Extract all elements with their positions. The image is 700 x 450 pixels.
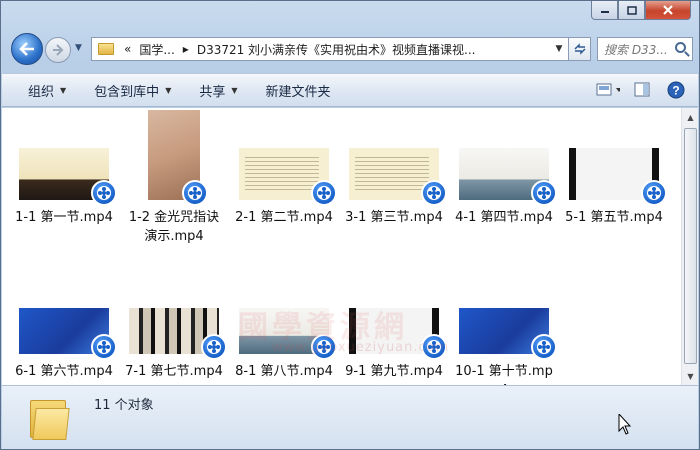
- video-thumbnail: [19, 148, 117, 206]
- file-item[interactable]: 7-1 第七节.mp4: [124, 308, 227, 381]
- folder-icon: [30, 394, 70, 440]
- share-label: 共享: [199, 84, 226, 100]
- close-button[interactable]: [645, 1, 691, 20]
- video-thumbnail: [349, 148, 447, 206]
- breadcrumb-item-current[interactable]: D33721 刘小满亲传《实用祝由术》视频直播课视...: [193, 41, 480, 58]
- document-lines: [245, 154, 319, 190]
- file-item[interactable]: 5-1 第五节.mp4: [564, 148, 667, 227]
- refresh-button[interactable]: [569, 37, 591, 61]
- chevron-down-icon: ▼: [231, 85, 238, 95]
- file-name: 9-1 第九节.mp4: [345, 364, 443, 379]
- address-row: ▼ « 国学... ▸ D33721 刘小满亲传《实用祝由术》视频直播课视...…: [7, 33, 693, 67]
- organize-label: 组织: [28, 84, 55, 100]
- chevron-down-icon: ▼: [60, 85, 67, 95]
- media-player-icon: [91, 180, 117, 206]
- back-arrow-icon: [19, 42, 34, 56]
- details-pane: 11 个对象: [2, 385, 698, 449]
- address-bar[interactable]: « 国学... ▸ D33721 刘小满亲传《实用祝由术》视频直播课视... ▼: [91, 37, 569, 61]
- help-icon: ?: [667, 81, 685, 99]
- close-icon: [663, 5, 673, 15]
- document-lines: [355, 154, 429, 190]
- breadcrumb: « 国学... ▸ D33721 刘小满亲传《实用祝由术》视频直播课视...: [120, 41, 480, 58]
- organize-menu[interactable]: 组织 ▼: [14, 77, 80, 103]
- file-item[interactable]: 1-1 第一节.mp4: [14, 148, 117, 227]
- file-list-pane[interactable]: 1-1 第一节.mp4 1-2 金光咒指诀演示.mp4 2-1 第二节.mp4 …: [2, 108, 698, 398]
- recent-pages-dropdown[interactable]: ▼: [75, 43, 87, 55]
- svg-text:?: ?: [672, 84, 679, 98]
- caption-buttons: [591, 1, 691, 20]
- media-player-icon: [182, 180, 208, 206]
- back-button[interactable]: [11, 33, 43, 65]
- file-name: 8-1 第八节.mp4: [235, 364, 333, 379]
- media-player-icon: [531, 334, 557, 360]
- media-player-icon: [201, 334, 227, 360]
- search-placeholder: 搜索 D33...: [604, 42, 668, 57]
- command-bar-right: ?: [596, 78, 688, 102]
- video-thumbnail: [148, 110, 208, 206]
- video-thumbnail: [459, 308, 557, 360]
- media-player-icon: [91, 334, 117, 360]
- address-dropdown[interactable]: ▼: [550, 38, 568, 60]
- folder-icon: [98, 43, 114, 55]
- new-folder-label: 新建文件夹: [265, 84, 331, 100]
- file-name: 1-2 金光咒指诀演示.mp4: [128, 210, 220, 244]
- watermark-url: www.guoxueziyuan.com: [272, 340, 450, 355]
- share-menu[interactable]: 共享 ▼: [185, 77, 251, 103]
- breadcrumb-separator[interactable]: ▸: [179, 42, 193, 56]
- view-icon: [596, 83, 620, 96]
- preview-pane-button[interactable]: [630, 78, 654, 102]
- vertical-scrollbar[interactable]: ▲ ▼: [681, 108, 698, 385]
- file-item[interactable]: 6-1 第六节.mp4: [14, 308, 117, 381]
- media-player-icon: [531, 180, 557, 206]
- file-name: 2-1 第二节.mp4: [235, 210, 333, 225]
- video-thumbnail: [569, 148, 667, 206]
- breadcrumb-item-root[interactable]: 国学...: [135, 41, 178, 58]
- maximize-icon: [626, 5, 637, 15]
- search-icon: [675, 42, 686, 53]
- help-button[interactable]: ?: [664, 78, 688, 102]
- forward-button[interactable]: [45, 37, 71, 63]
- media-player-icon: [311, 180, 337, 206]
- include-in-library-label: 包含到库中: [94, 84, 160, 100]
- media-player-icon: [641, 180, 667, 206]
- file-name: 3-1 第三节.mp4: [345, 210, 443, 225]
- file-name: 7-1 第七节.mp4: [125, 364, 223, 379]
- forward-arrow-icon: [53, 44, 64, 56]
- explorer-window: ▼ « 国学... ▸ D33721 刘小满亲传《实用祝由术》视频直播课视...…: [0, 0, 700, 450]
- file-item[interactable]: 4-1 第四节.mp4: [454, 148, 557, 227]
- file-name: 5-1 第五节.mp4: [565, 210, 663, 225]
- video-thumbnail: [239, 148, 337, 206]
- file-name: 4-1 第四节.mp4: [455, 210, 553, 225]
- search-input[interactable]: 搜索 D33...: [597, 37, 693, 61]
- item-count: 11 个对象: [94, 398, 154, 413]
- file-item[interactable]: 1-2 金光咒指诀演示.mp4: [124, 110, 224, 246]
- scrollbar-thumb[interactable]: [684, 128, 697, 364]
- minimize-icon: [600, 11, 609, 13]
- maximize-button[interactable]: [618, 1, 645, 20]
- preview-pane-icon: [634, 82, 650, 97]
- include-in-library-menu[interactable]: 包含到库中 ▼: [80, 77, 185, 103]
- file-item[interactable]: 3-1 第三节.mp4: [344, 148, 447, 227]
- file-name: 6-1 第六节.mp4: [15, 364, 113, 379]
- command-bar: 组织 ▼ 包含到库中 ▼ 共享 ▼ 新建文件夹 ?: [2, 73, 698, 107]
- chevron-down-icon: ▼: [165, 85, 172, 95]
- new-folder-button[interactable]: 新建文件夹: [252, 77, 345, 103]
- scroll-down-arrow[interactable]: ▼: [683, 368, 698, 384]
- video-thumbnail: [459, 148, 557, 206]
- breadcrumb-overflow[interactable]: «: [120, 42, 135, 56]
- file-name: 1-1 第一节.mp4: [15, 210, 113, 225]
- minimize-button[interactable]: [591, 1, 618, 20]
- view-options-button[interactable]: [596, 78, 620, 102]
- scroll-up-arrow[interactable]: ▲: [683, 109, 698, 125]
- video-thumbnail: [129, 308, 227, 360]
- video-thumbnail: [19, 308, 117, 360]
- file-item[interactable]: 2-1 第二节.mp4: [234, 148, 337, 227]
- refresh-icon: [573, 43, 586, 55]
- media-player-icon: [421, 180, 447, 206]
